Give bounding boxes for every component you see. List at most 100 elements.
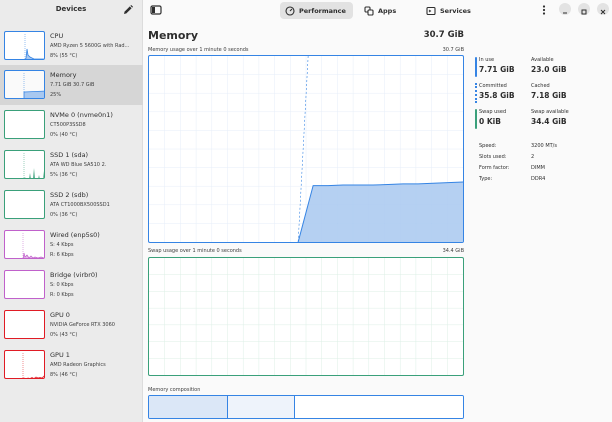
stat-label: In use (479, 57, 495, 63)
close-button[interactable] (597, 3, 609, 15)
device-name: Memory (50, 71, 77, 79)
device-item-cpu[interactable]: CPU AMD Ryzen 5 5600G with Rad... 8% (55… (0, 26, 143, 66)
stat-value: 35.8 GiB (479, 91, 515, 100)
info-slots: Slots used: 2 (479, 154, 534, 160)
device-usage: 8% (55 °C) (50, 53, 78, 59)
gpu1-mini-graph (22, 353, 44, 378)
stat-value: 34.4 GiB (531, 117, 567, 126)
device-detail: S: 4 Kbps (50, 242, 74, 248)
device-thumbnail (4, 70, 45, 99)
info-type: Type: DDR4 (479, 176, 545, 182)
device-detail: CT500P3SSD8 (50, 122, 86, 128)
device-usage: 8% (46 °C) (50, 372, 78, 378)
device-item-gpu1[interactable]: GPU 1 AMD Radeon Graphics 8% (46 °C) (0, 345, 143, 385)
info-value: 2 (531, 154, 535, 160)
info-key: Type: (479, 176, 493, 182)
stat-value: 7.71 GiB (479, 65, 515, 74)
ssd1-mini-graph (23, 153, 44, 178)
maximize-icon (581, 9, 587, 15)
stat-cached: Cached 7.18 GiB (531, 83, 567, 100)
device-name: SSD 1 (sda) (50, 151, 89, 159)
stat-value: 7.18 GiB (531, 91, 567, 100)
stat-label: Swap used (479, 109, 507, 115)
tab-services[interactable]: Services (421, 2, 478, 19)
sidebar-header: Devices (0, 0, 142, 22)
composition-segment (227, 396, 295, 418)
stat-label: Swap available (531, 109, 569, 115)
info-value: DDR4 (531, 176, 546, 182)
info-form-factor: Form factor: DIMM (479, 165, 545, 171)
composition-label: Memory composition (148, 387, 201, 393)
sidebar-title: Devices (55, 5, 87, 13)
composition-segment (149, 396, 228, 418)
device-item-bridge[interactable]: Bridge (virbr0) S: 0 Kbps R: 0 Kbps (0, 265, 143, 305)
memory-composition-bar (148, 395, 464, 419)
device-name: CPU (50, 32, 64, 40)
swap-graph-label: Swap usage over 1 minute 0 seconds (148, 248, 242, 254)
maximize-button[interactable] (578, 3, 590, 15)
device-thumbnail (4, 31, 45, 60)
menu-icon[interactable] (537, 3, 551, 17)
device-usage: 5% (36 °C) (50, 172, 78, 178)
swap-usage-chart (149, 258, 463, 375)
stat-value: 23.0 GiB (531, 65, 567, 74)
device-thumbnail (4, 190, 45, 219)
device-detail: AMD Radeon Graphics (50, 362, 106, 368)
stat-committed: Committed 35.8 GiB (479, 83, 515, 100)
tab-apps[interactable]: Apps (359, 2, 403, 19)
device-item-nvme0[interactable]: NVMe 0 (nvme0n1) CT500P3SSD8 0% (40 °C) (0, 105, 143, 145)
device-usage: R: 6 Kbps (50, 252, 74, 258)
tab-performance[interactable]: Performance (280, 2, 353, 19)
device-name: GPU 1 (50, 351, 70, 359)
stat-label: Cached (531, 83, 550, 89)
stat-swap-used: Swap used 0 KiB (479, 109, 506, 126)
device-item-memory[interactable]: Memory 7.71 GiB 30.7 GiB 25% (0, 65, 143, 105)
device-detail: ATA CT1000BX500SSD1 (50, 202, 110, 208)
page-title: Memory (148, 29, 199, 42)
minimize-icon (563, 12, 567, 14)
device-thumbnail (4, 230, 45, 259)
device-detail: NVIDIA GeForce RTX 3060 (50, 322, 115, 328)
device-thumbnail (4, 270, 45, 299)
device-name: GPU 0 (50, 311, 70, 319)
sidebar-toggle-icon[interactable] (149, 3, 163, 17)
tab-label: Performance (299, 6, 346, 15)
device-thumbnail (4, 110, 45, 139)
device-usage: 25% (50, 92, 62, 98)
stat-label: Available (531, 57, 554, 63)
stat-in-use: In use 7.71 GiB (479, 57, 515, 74)
device-thumbnail (4, 350, 45, 379)
memory-usage-chart (149, 56, 463, 242)
memory-graph-max: 30.7 GiB (442, 47, 464, 53)
info-key: Form factor: (479, 165, 510, 171)
pencil-icon[interactable] (122, 4, 134, 16)
device-usage: 0% (36 °C) (50, 212, 78, 218)
close-icon (600, 9, 606, 15)
device-detail: S: 0 Kbps (50, 282, 74, 288)
composition-free-segment (295, 396, 463, 418)
device-thumbnail (4, 150, 45, 179)
info-value: DIMM (531, 165, 545, 171)
device-item-ssd1[interactable]: SSD 1 (sda) ATA WD Blue SA510 2. 5% (36 … (0, 145, 143, 185)
stat-value: 0 KiB (479, 117, 501, 126)
swap-usage-graph (148, 257, 464, 376)
device-detail: 7.71 GiB 30.7 GiB (50, 82, 95, 88)
device-item-gpu0[interactable]: GPU 0 NVIDIA GeForce RTX 3060 0% (43 °C) (0, 305, 143, 345)
in-use-indicator (475, 57, 477, 77)
header-bar: Performance Apps Services (143, 0, 612, 22)
info-key: Slots used: (479, 154, 507, 160)
info-key: Speed: (479, 143, 497, 149)
device-usage: 0% (43 °C) (50, 332, 78, 338)
device-usage: 0% (40 °C) (50, 132, 78, 138)
memory-area (298, 182, 463, 242)
device-name: SSD 2 (sdb) (50, 191, 89, 199)
wired-mini-graph (22, 233, 44, 258)
cpu-mini-graph (24, 34, 44, 59)
minimize-button[interactable] (559, 3, 571, 15)
device-item-ssd2[interactable]: SSD 2 (sdb) ATA CT1000BX500SSD1 0% (36 °… (0, 185, 143, 225)
device-item-wired[interactable]: Wired (enp5s0) S: 4 Kbps R: 6 Kbps (0, 225, 143, 265)
device-name: NVMe 0 (nvme0n1) (50, 111, 113, 119)
memory-stats: In use 7.71 GiB Available 23.0 GiB Commi… (475, 56, 612, 196)
gauge-icon (285, 5, 295, 16)
swap-indicator (475, 109, 477, 129)
